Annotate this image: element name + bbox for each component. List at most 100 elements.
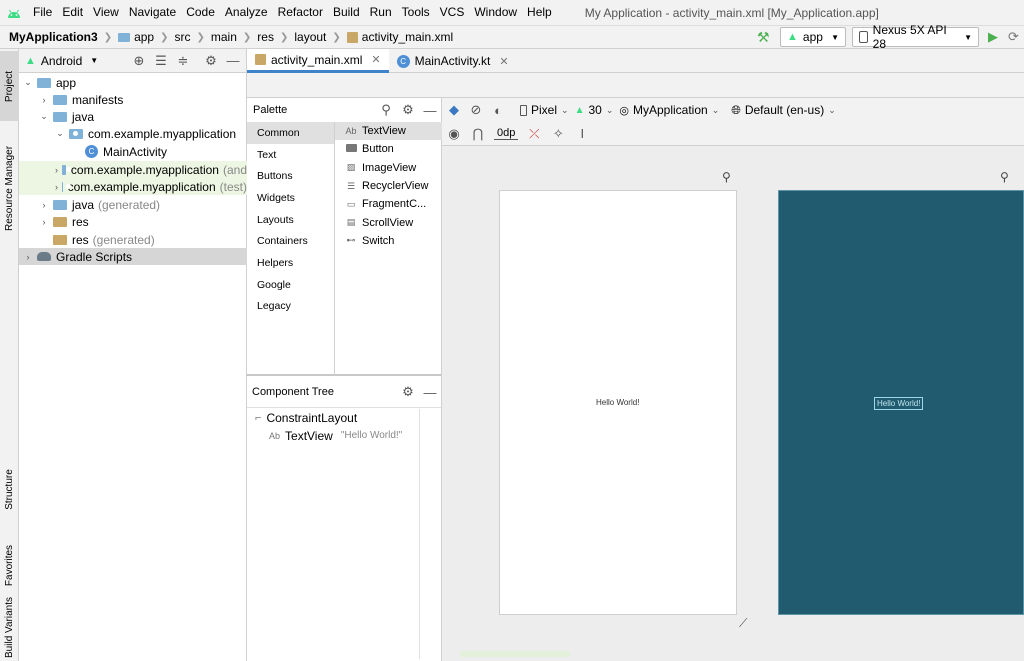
device-dropdown[interactable]: Nexus 5X API 28 ▼ bbox=[852, 23, 979, 51]
minimize-icon[interactable]: — bbox=[422, 102, 438, 118]
close-icon[interactable]: ✕ bbox=[371, 53, 380, 66]
tool-tab-resource-manager[interactable]: Resource Manager bbox=[0, 123, 19, 253]
search-icon[interactable]: ⚲ bbox=[378, 102, 394, 118]
palette-category-common[interactable]: Common bbox=[247, 122, 334, 144]
locale-selector[interactable]: 🌐︎ Default (en-us) ⌄ bbox=[731, 103, 836, 118]
palette-category-google[interactable]: Google bbox=[247, 274, 334, 296]
debug-icon[interactable]: ⟳ bbox=[1008, 29, 1019, 45]
palette-widget-textview[interactable]: Ab TextView bbox=[335, 122, 442, 141]
palette-widget-scrollview[interactable]: ▤ ScrollView bbox=[335, 213, 442, 231]
breadcrumb-app[interactable]: app ❯ bbox=[112, 30, 169, 44]
chevron-down-icon[interactable]: ⌄ bbox=[23, 77, 33, 88]
hammer-build-icon[interactable]: ⚒ bbox=[757, 29, 770, 46]
breadcrumb-layout[interactable]: layout ❯ bbox=[288, 30, 340, 44]
tree-item-java[interactable]: ⌄ java bbox=[19, 108, 247, 125]
tab-mainactivity-kt[interactable]: C MainActivity.kt ✕ bbox=[389, 49, 517, 73]
clear-constraints-icon[interactable]: ⤫ bbox=[526, 126, 542, 142]
chevron-right-icon[interactable]: › bbox=[39, 200, 49, 210]
menu-code[interactable]: Code bbox=[181, 0, 220, 25]
palette-widget-recyclerview[interactable]: ☰ RecyclerView bbox=[335, 177, 442, 195]
pin-icon[interactable]: ⚲ bbox=[1000, 170, 1009, 184]
palette-widget-switch[interactable]: ⊷ Switch bbox=[335, 232, 442, 250]
device-selector[interactable]: Pixel ⌄ bbox=[520, 103, 569, 117]
palette-widget-imageview[interactable]: ▨ ImageView bbox=[335, 159, 442, 177]
menu-navigate[interactable]: Navigate bbox=[124, 0, 181, 25]
tree-item-res[interactable]: › res bbox=[19, 213, 247, 230]
menu-window[interactable]: Window bbox=[469, 0, 522, 25]
api-level-selector[interactable]: ▲ 30 ⌄ bbox=[575, 103, 614, 117]
design-hello-textview[interactable]: Hello World! bbox=[596, 398, 639, 407]
menu-build[interactable]: Build bbox=[328, 0, 365, 25]
project-view-selector[interactable]: Android bbox=[41, 54, 82, 68]
eye-view-options-icon[interactable]: ◉ bbox=[446, 126, 462, 142]
tree-item-app[interactable]: ⌄ app bbox=[19, 74, 247, 91]
menu-vcs[interactable]: VCS bbox=[435, 0, 470, 25]
breadcrumb-file[interactable]: activity_main.xml bbox=[341, 30, 453, 44]
magnet-autoconnect-icon[interactable]: ⋂ bbox=[470, 126, 486, 142]
tree-item-res-generated[interactable]: res (generated) bbox=[19, 231, 247, 248]
gear-icon[interactable]: ⚙ bbox=[400, 384, 416, 400]
tree-item-gradle-scripts[interactable]: › Gradle Scripts bbox=[19, 248, 247, 265]
menu-help[interactable]: Help bbox=[522, 0, 557, 25]
run-play-icon[interactable]: ▶ bbox=[988, 29, 998, 45]
palette-category-layouts[interactable]: Layouts bbox=[247, 209, 334, 231]
chevron-right-icon[interactable]: › bbox=[23, 252, 33, 262]
menu-run[interactable]: Run bbox=[365, 0, 397, 25]
breadcrumb-src[interactable]: src ❯ bbox=[169, 30, 205, 44]
design-canvas[interactable]: ⚲ Hello World! ⟋ ⚲ Hello World! bbox=[442, 146, 1024, 661]
locate-target-icon[interactable]: ⊕ bbox=[131, 53, 147, 69]
tree-item-package[interactable]: ⌄ com.example.myapplication bbox=[19, 125, 247, 142]
orientation-icon[interactable]: ⊘ bbox=[468, 102, 484, 118]
component-textview[interactable]: Ab TextView "Hello World!" bbox=[247, 427, 417, 444]
close-icon[interactable]: ✕ bbox=[499, 55, 508, 68]
gear-icon[interactable]: ⚙ bbox=[400, 102, 416, 118]
tree-item-mainactivity[interactable]: C MainActivity bbox=[19, 143, 247, 160]
infer-constraints-icon[interactable]: ✧ bbox=[550, 126, 566, 142]
chevron-right-icon[interactable]: › bbox=[39, 217, 49, 227]
minimize-icon[interactable]: — bbox=[225, 53, 241, 69]
breadcrumb-project[interactable]: MyApplication3 ❯ bbox=[0, 30, 112, 44]
tree-item-manifests[interactable]: › manifests bbox=[19, 91, 247, 108]
tree-item-package-androidtest[interactable]: › com.example.myapplication (and bbox=[19, 161, 247, 178]
tool-tab-project[interactable]: Project bbox=[0, 51, 19, 121]
menu-refactor[interactable]: Refactor bbox=[273, 0, 328, 25]
chevron-right-icon[interactable]: › bbox=[55, 165, 58, 175]
menu-tools[interactable]: Tools bbox=[397, 0, 435, 25]
menu-edit[interactable]: Edit bbox=[57, 0, 88, 25]
night-mode-icon[interactable]: ◐ bbox=[490, 102, 506, 118]
gear-icon[interactable]: ⚙ bbox=[203, 53, 219, 69]
run-config-dropdown[interactable]: ▲ app ▼ bbox=[780, 27, 846, 47]
expand-all-icon[interactable]: ☰ bbox=[153, 53, 169, 69]
minimize-icon[interactable]: — bbox=[422, 384, 438, 400]
palette-category-buttons[interactable]: Buttons bbox=[247, 165, 334, 187]
breadcrumb-res[interactable]: res ❯ bbox=[251, 30, 288, 44]
chevron-right-icon[interactable]: › bbox=[55, 182, 58, 192]
tree-item-package-test[interactable]: › com.example.myapplication (test) bbox=[19, 178, 247, 195]
blueprint-surface[interactable]: Hello World! bbox=[778, 190, 1024, 615]
palette-category-helpers[interactable]: Helpers bbox=[247, 252, 334, 274]
menu-view[interactable]: View bbox=[88, 0, 124, 25]
palette-category-widgets[interactable]: Widgets bbox=[247, 187, 334, 209]
palette-widget-button[interactable]: Button bbox=[335, 140, 442, 158]
chevron-right-icon[interactable]: › bbox=[39, 95, 49, 105]
menu-file[interactable]: File bbox=[28, 0, 57, 25]
tool-tab-structure[interactable]: Structure bbox=[0, 449, 19, 529]
design-surface[interactable]: Hello World! bbox=[499, 190, 737, 615]
breadcrumb-main[interactable]: main ❯ bbox=[205, 30, 251, 44]
theme-selector[interactable]: ◎ MyApplication ⌄ bbox=[619, 103, 719, 117]
layers-design-icon[interactable]: ◆ bbox=[446, 102, 462, 118]
chevron-down-icon[interactable]: ⌄ bbox=[39, 111, 49, 122]
component-constraintlayout[interactable]: ⌐ ConstraintLayout bbox=[247, 409, 417, 426]
collapse-all-icon[interactable]: ≑ bbox=[175, 53, 191, 69]
guidelines-icon[interactable]: I bbox=[574, 126, 590, 142]
pin-icon[interactable]: ⚲ bbox=[722, 170, 731, 184]
palette-category-text[interactable]: Text bbox=[247, 144, 334, 166]
tool-tab-favorites[interactable]: Favorites bbox=[0, 529, 19, 601]
palette-widget-fragmentcontainer[interactable]: ▭ FragmentC... bbox=[335, 195, 442, 213]
resize-handle-icon[interactable]: ⟋ bbox=[739, 616, 747, 631]
default-margin-field[interactable]: 0dp bbox=[494, 127, 519, 140]
palette-category-containers[interactable]: Containers bbox=[247, 230, 334, 252]
menu-analyze[interactable]: Analyze bbox=[220, 0, 273, 25]
blueprint-hello-textview[interactable]: Hello World! bbox=[874, 397, 924, 410]
tree-item-java-generated[interactable]: › java (generated) bbox=[19, 196, 247, 213]
